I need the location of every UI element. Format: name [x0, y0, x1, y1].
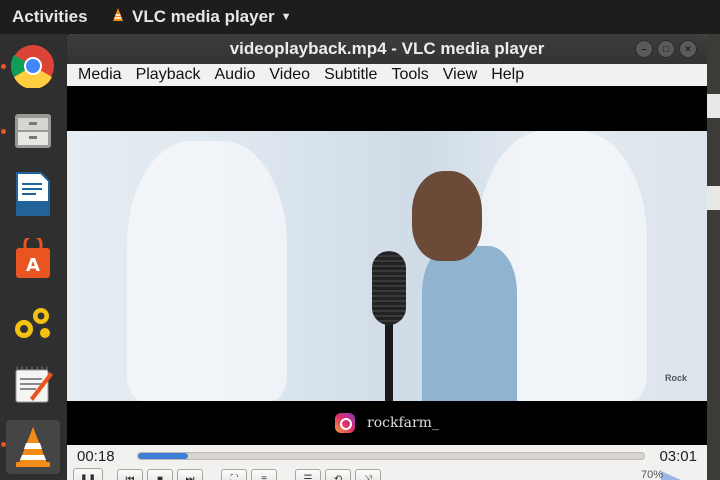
menu-view[interactable]: View [436, 66, 484, 84]
playlist-button[interactable]: ☰ [295, 469, 321, 480]
vlc-cone-icon [110, 7, 126, 28]
seek-bar[interactable] [136, 452, 646, 460]
shuffle-button[interactable]: ⤨ [355, 469, 381, 480]
extended-settings-button[interactable]: ≡ [251, 469, 277, 480]
menu-bar: Media Playback Audio Video Subtitle Tool… [67, 64, 707, 86]
menu-media[interactable]: Media [71, 66, 129, 84]
dock: A [0, 34, 66, 480]
svg-text:A: A [26, 255, 40, 276]
person-figure [422, 246, 517, 401]
video-area[interactable]: Rock rockfarm_ [67, 86, 707, 445]
software-icon[interactable]: A [6, 232, 60, 286]
next-button[interactable]: ⏭ [177, 469, 203, 480]
volume-slider[interactable] [661, 471, 701, 480]
window-titlebar[interactable]: videoplayback.mp4 - VLC media player – □… [67, 34, 707, 64]
menu-audio[interactable]: Audio [208, 66, 263, 84]
total-duration: 03:01 [659, 447, 697, 465]
microphone-stand [385, 321, 393, 401]
writer-icon[interactable] [6, 167, 60, 221]
seek-row: 00:18 03:01 [67, 445, 707, 467]
menu-help[interactable]: Help [484, 66, 531, 84]
close-button[interactable]: × [679, 40, 697, 58]
stop-button[interactable]: ■ [147, 469, 173, 480]
menu-playback[interactable]: Playback [129, 66, 208, 84]
instagram-icon [335, 413, 355, 433]
video-caption: rockfarm_ [335, 413, 439, 433]
chrome-icon[interactable] [6, 39, 60, 93]
activities-button[interactable]: Activities [0, 7, 110, 27]
loop-button[interactable]: ⟲ [325, 469, 351, 480]
video-watermark: Rock [665, 373, 688, 383]
pause-button[interactable]: ❚❚ [73, 468, 103, 480]
menu-tools[interactable]: Tools [384, 66, 435, 84]
person-head [412, 171, 482, 261]
app-menu[interactable]: VLC media player ▼ [110, 7, 292, 28]
app-menu-label: VLC media player [132, 7, 275, 26]
maximize-button[interactable]: □ [657, 40, 675, 58]
fullscreen-button[interactable]: ⛶ [221, 469, 247, 480]
files-icon[interactable] [6, 104, 60, 158]
vlc-icon[interactable] [6, 420, 60, 474]
text-editor-icon[interactable] [6, 358, 60, 412]
chevron-down-icon: ▼ [280, 11, 292, 23]
gnome-top-bar: Activities VLC media player ▼ [0, 0, 720, 34]
caption-text: rockfarm_ [367, 415, 439, 431]
video-frame: Rock [67, 131, 707, 401]
menu-video[interactable]: Video [262, 66, 317, 84]
seek-progress [137, 453, 189, 459]
menu-subtitle[interactable]: Subtitle [317, 66, 384, 84]
vlc-window: videoplayback.mp4 - VLC media player – □… [67, 34, 707, 480]
minimize-button[interactable]: – [635, 40, 653, 58]
volume-level: 70% [640, 469, 663, 480]
window-title: videoplayback.mp4 - VLC media player [229, 39, 545, 58]
microphone-icon [372, 251, 406, 325]
curtain [127, 141, 287, 401]
control-bar: ❚❚ ⏮ ■ ⏭ ⛶ ≡ ☰ ⟲ ⤨ 70% [67, 467, 707, 480]
settings-gears-icon[interactable] [6, 296, 60, 350]
previous-button[interactable]: ⏮ [117, 469, 143, 480]
elapsed-time: 00:18 [77, 447, 115, 465]
